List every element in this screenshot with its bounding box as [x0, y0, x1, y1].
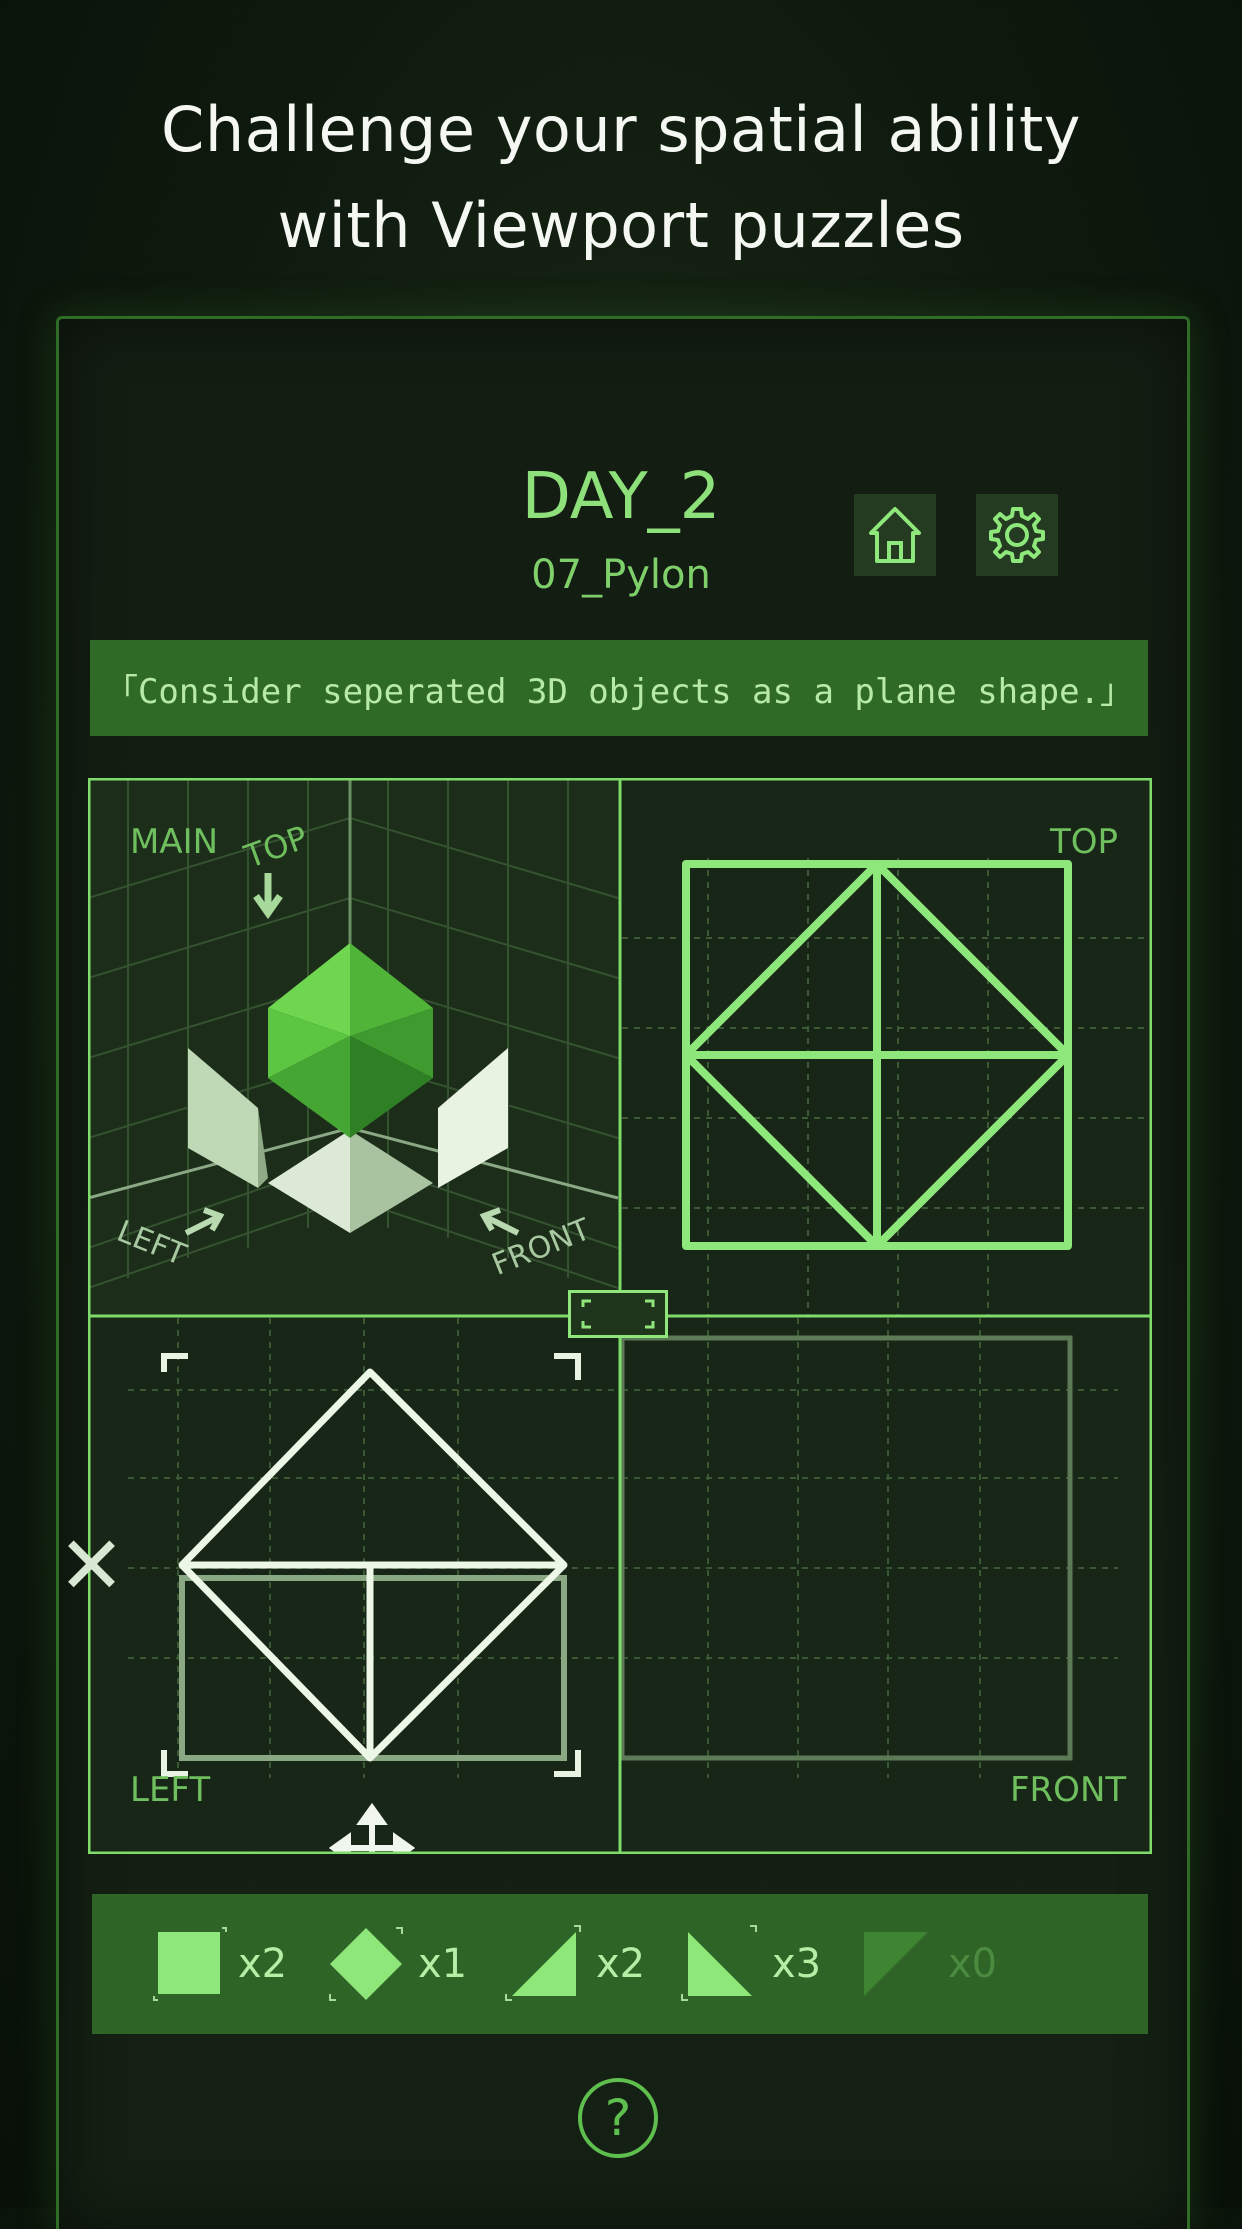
piece-diamond[interactable]: x1: [324, 1894, 467, 2034]
home-button[interactable]: [854, 494, 936, 576]
piece-triangle-a[interactable]: x2: [502, 1894, 645, 2034]
piece-square[interactable]: x2: [152, 1894, 287, 2034]
help-button[interactable]: ?: [578, 2078, 658, 2158]
diamond-piece-icon: [329, 1927, 403, 2001]
headline: Challenge your spatial ability with View…: [0, 82, 1242, 274]
diamond-piece-count: x1: [418, 1941, 468, 1987]
piece-triangle-c: x0: [854, 1894, 997, 2034]
viewport-resize-handle[interactable]: [568, 1290, 668, 1338]
piece-tray: x2 x1 x2 x3 x0: [92, 1894, 1148, 2034]
triangle-a-piece-count: x2: [596, 1941, 646, 1987]
piece-triangle-b[interactable]: x3: [678, 1894, 821, 2034]
top-view-label: TOP: [1050, 822, 1119, 862]
triangle-piece-icon: [505, 1925, 581, 2001]
front-view-label: FRONT: [1010, 1770, 1127, 1810]
frame-corners-icon: [581, 1299, 655, 1329]
triangle-piece-icon: [864, 1932, 928, 1996]
home-icon: [869, 507, 921, 563]
help-icon: ?: [604, 2089, 632, 2147]
left-view-label: LEFT: [130, 1770, 211, 1810]
main-view-label: MAIN: [130, 822, 219, 862]
square-piece-icon: [153, 1927, 227, 2001]
hint-banner: 「Consider seperated 3D objects as a plan…: [90, 640, 1148, 736]
triangle-piece-icon: [681, 1925, 757, 2001]
settings-button[interactable]: [976, 494, 1058, 576]
gear-icon: [989, 507, 1045, 563]
triangle-b-piece-count: x3: [772, 1941, 822, 1987]
triangle-c-piece-count: x0: [948, 1941, 998, 1987]
headline-line-1: Challenge your spatial ability: [161, 93, 1081, 166]
headline-line-2: with Viewport puzzles: [277, 189, 965, 262]
square-piece-count: x2: [238, 1941, 288, 1987]
delete-icon[interactable]: ✕: [58, 1526, 125, 1606]
